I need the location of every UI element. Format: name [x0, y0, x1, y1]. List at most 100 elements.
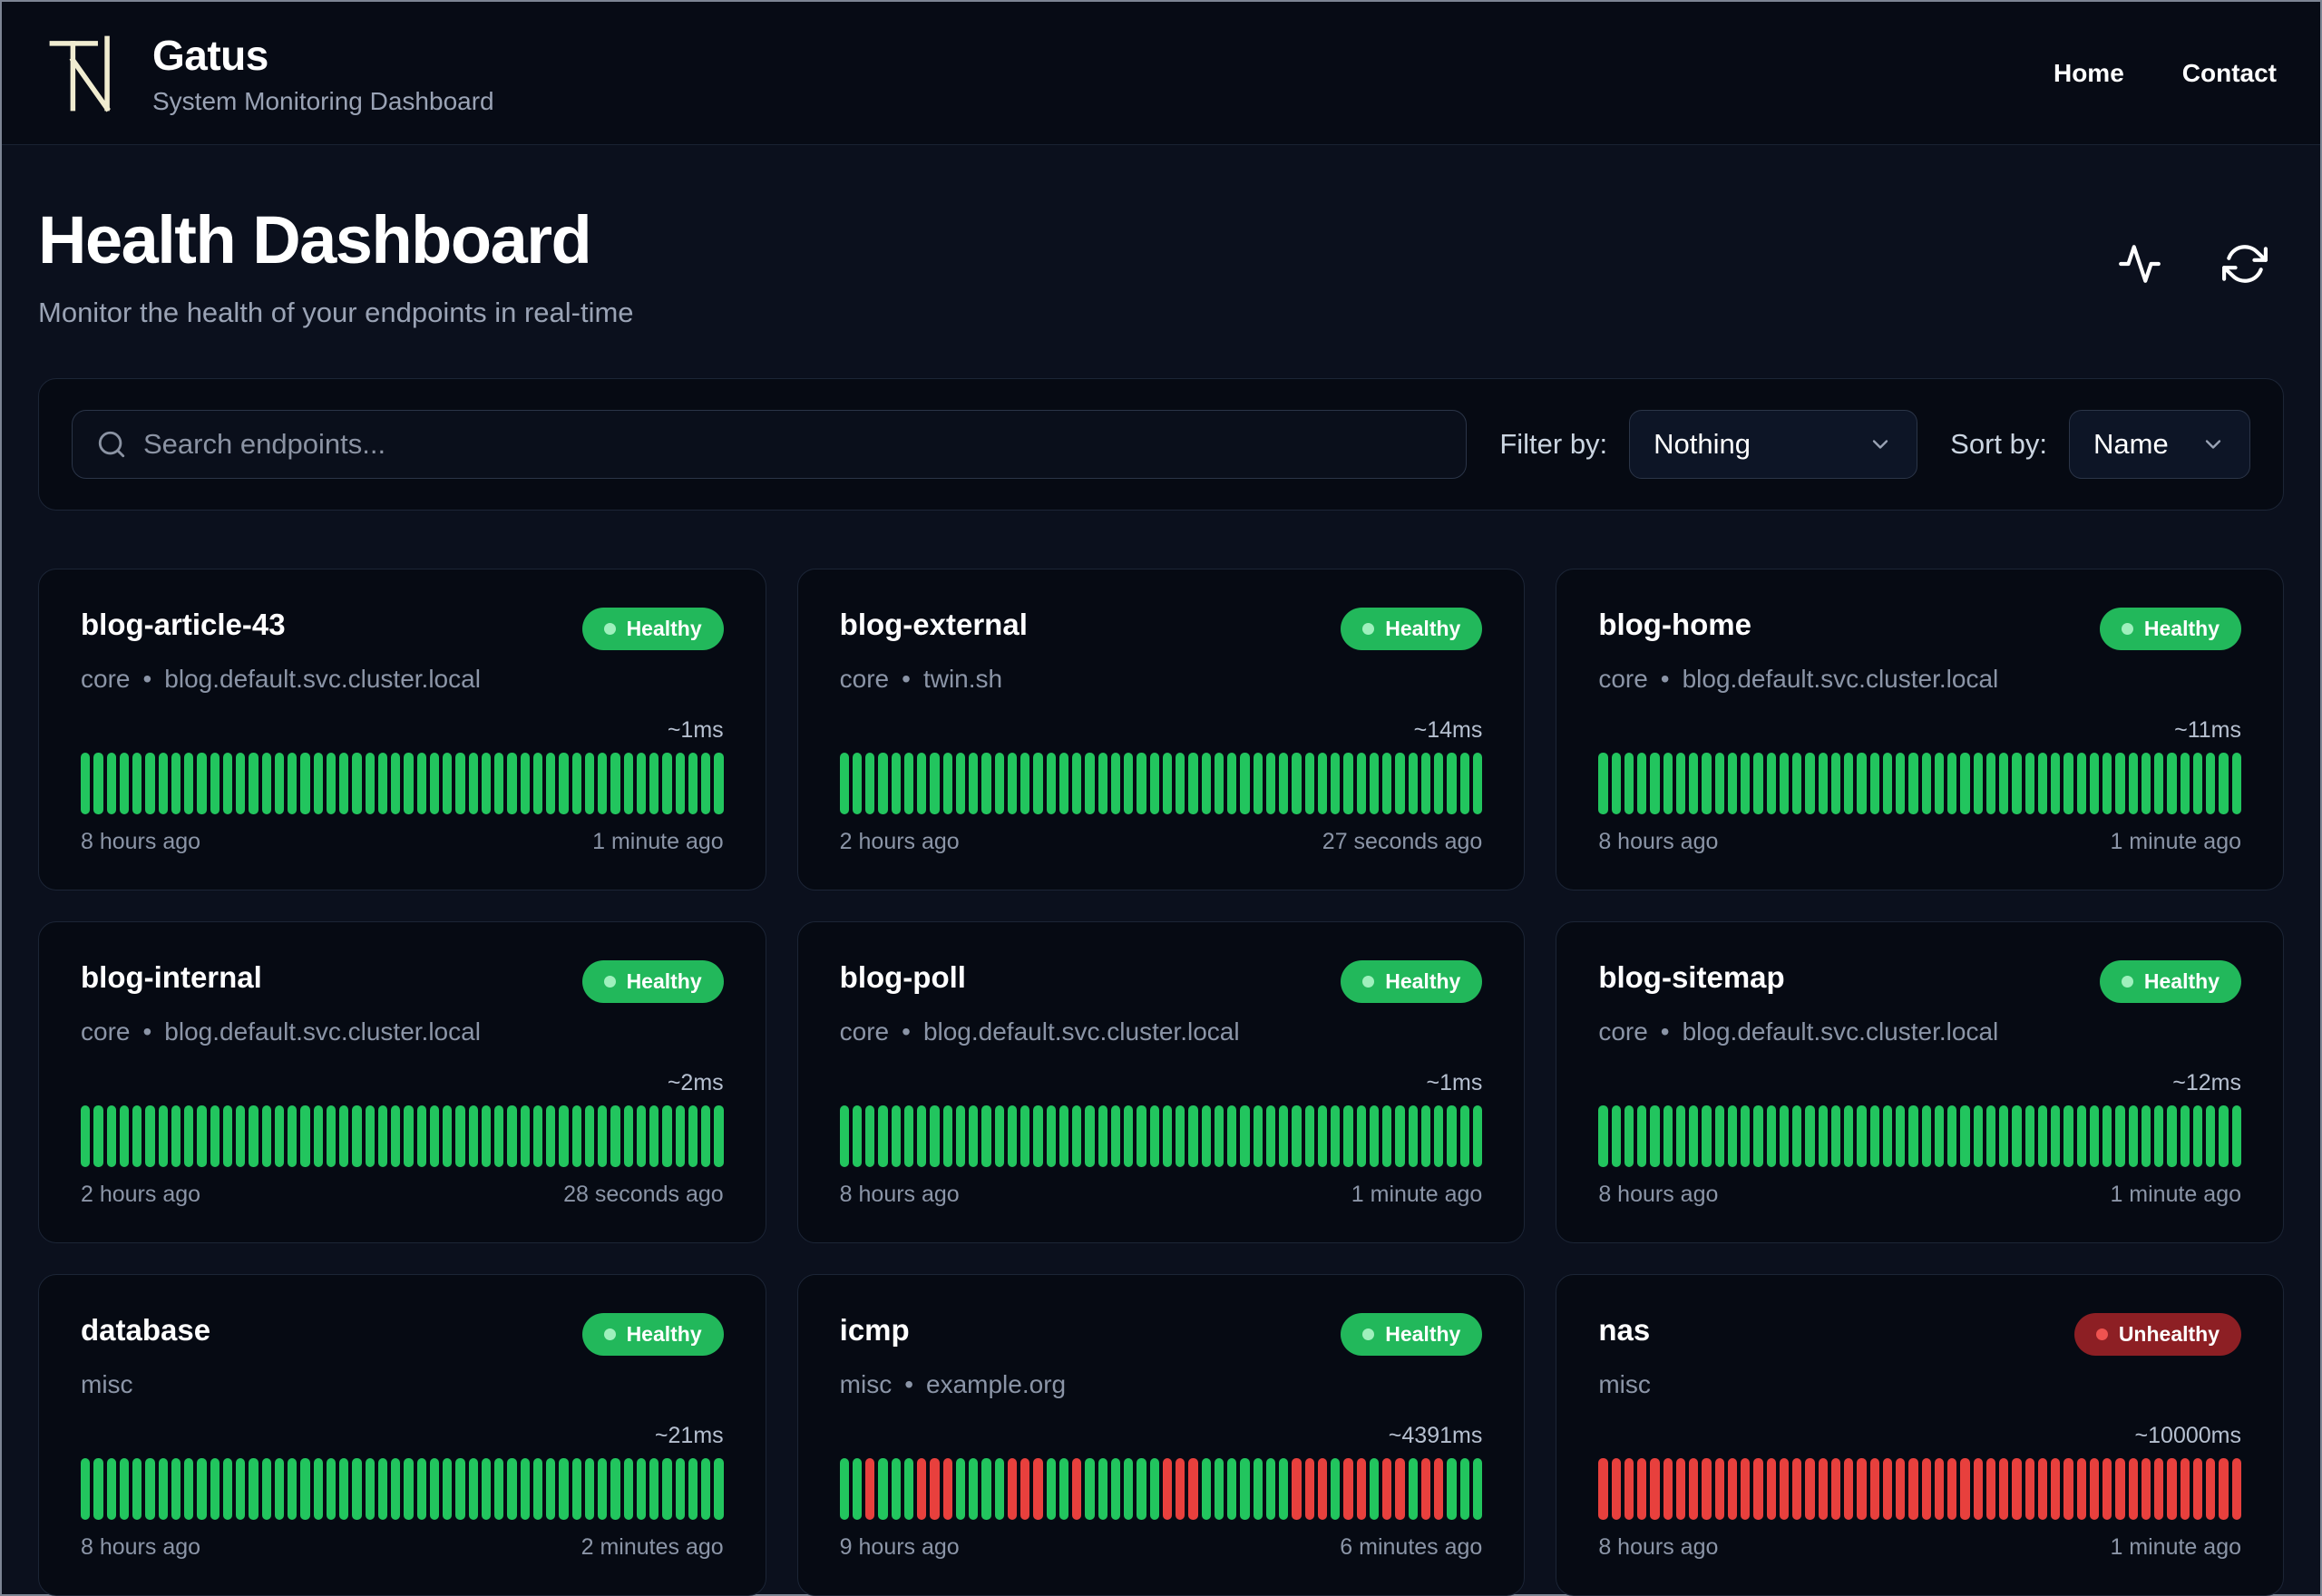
uptime-bar-up — [1265, 1105, 1276, 1167]
uptime-bar-down — [2128, 1458, 2138, 1520]
status-label: Unhealthy — [2118, 1322, 2220, 1346]
uptime-bar-up — [391, 1458, 401, 1520]
endpoint-card[interactable]: database Healthy misc ~21ms 8 hours ago … — [38, 1274, 766, 1596]
uptime-bar-up — [1921, 753, 1931, 814]
uptime-bar-up — [416, 1105, 426, 1167]
uptime-bar-up — [981, 1458, 991, 1520]
endpoint-card[interactable]: blog-poll Healthy core • blog.default.sv… — [796, 921, 1526, 1243]
endpoint-card[interactable]: icmp Healthy misc • example.org ~4391ms … — [796, 1274, 1526, 1596]
uptime-bar-up — [1072, 753, 1082, 814]
uptime-bar-up — [132, 1105, 142, 1167]
uptime-bar-up — [1869, 753, 1879, 814]
uptime-bar-up — [145, 1458, 155, 1520]
uptime-bar-up — [1382, 1105, 1392, 1167]
uptime-bar-up — [326, 1105, 336, 1167]
nav-link-home[interactable]: Home — [2054, 59, 2124, 88]
uptime-bar-down — [2192, 1458, 2203, 1520]
uptime-bar-up — [1999, 1105, 2009, 1167]
uptime-bar-up — [1292, 1105, 1302, 1167]
endpoint-card[interactable]: nas Unhealthy misc ~10000ms 8 hours ago … — [1556, 1274, 2284, 1596]
uptime-bar-down — [1420, 1458, 1431, 1520]
uptime-bar-up — [1844, 1105, 1854, 1167]
endpoint-card[interactable]: blog-sitemap Healthy core • blog.default… — [1556, 921, 2284, 1243]
filter-select[interactable]: Nothing — [1629, 410, 1918, 479]
card-foot: 8 hours ago 1 minute ago — [81, 829, 724, 855]
uptime-bar-up — [955, 1458, 966, 1520]
uptime-bar-up — [1973, 1105, 1983, 1167]
uptime-bar-up — [662, 753, 672, 814]
meta-separator: • — [142, 665, 152, 693]
endpoint-card[interactable]: blog-external Healthy core • twin.sh ~14… — [796, 569, 1526, 890]
uptime-bar-down — [2115, 1458, 2125, 1520]
card-top: blog-sitemap Healthy — [1598, 960, 2241, 1003]
search-icon — [98, 431, 125, 458]
endpoint-grid: blog-article-43 Healthy core • blog.defa… — [38, 569, 2284, 1596]
uptime-bar-up — [955, 753, 966, 814]
uptime-bar-down — [2012, 1458, 2022, 1520]
uptime-bar-up — [1356, 1105, 1366, 1167]
refresh-icon[interactable] — [2222, 241, 2268, 287]
endpoint-card[interactable]: blog-internal Healthy core • blog.defaul… — [38, 921, 766, 1243]
uptime-bar-up — [1598, 753, 1608, 814]
uptime-bar-up — [1292, 753, 1302, 814]
time-start: 9 hours ago — [839, 1534, 960, 1560]
uptime-bar-up — [688, 1458, 698, 1520]
nav-link-contact[interactable]: Contact — [2182, 59, 2277, 88]
endpoint-group: misc — [81, 1370, 133, 1398]
uptime-bar-up — [1253, 1458, 1263, 1520]
uptime-bar-up — [1921, 1105, 1931, 1167]
sort-select[interactable]: Name — [2069, 410, 2250, 479]
uptime-bar-down — [1663, 1458, 1673, 1520]
uptime-bar-up — [1240, 1105, 1250, 1167]
page-head: Health Dashboard Monitor the health of y… — [38, 201, 2284, 329]
brand: Gatus System Monitoring Dashboard — [45, 31, 494, 116]
latency-label: ~4391ms — [1388, 1423, 1483, 1448]
uptime-bar-up — [2051, 753, 2061, 814]
chevron-down-icon — [1873, 440, 1888, 449]
endpoint-group: core — [81, 665, 131, 693]
endpoint-group: core — [1598, 1017, 1648, 1046]
endpoint-card[interactable]: blog-article-43 Healthy core • blog.defa… — [38, 569, 766, 890]
uptime-bar-up — [261, 753, 271, 814]
uptime-bar-up — [1110, 753, 1121, 814]
uptime-bar-up — [1830, 753, 1841, 814]
uptime-bars — [839, 753, 1483, 814]
time-end: 28 seconds ago — [563, 1182, 724, 1207]
uptime-bar-up — [701, 753, 711, 814]
uptime-bar-up — [481, 1105, 491, 1167]
uptime-bar-up — [917, 1105, 927, 1167]
uptime-bar-up — [468, 753, 478, 814]
status-dot-icon — [2095, 1328, 2108, 1340]
status-dot-icon — [1362, 623, 1375, 635]
uptime-bar-up — [377, 1105, 387, 1167]
uptime-bar-down — [1985, 1458, 1996, 1520]
uptime-bar-down — [1908, 1458, 1918, 1520]
endpoint-card[interactable]: blog-home Healthy core • blog.default.sv… — [1556, 569, 2284, 890]
uptime-bar-up — [1637, 753, 1647, 814]
uptime-bar-up — [1675, 753, 1686, 814]
uptime-bar-down — [1434, 1458, 1444, 1520]
uptime-bar-up — [1059, 753, 1069, 814]
uptime-bar-up — [481, 753, 491, 814]
uptime-bar-up — [1395, 753, 1405, 814]
uptime-bar-up — [1007, 753, 1018, 814]
uptime-bar-up — [623, 753, 633, 814]
uptime-bar-up — [1137, 753, 1146, 814]
activity-icon[interactable] — [2117, 241, 2162, 287]
uptime-bar-up — [1201, 753, 1211, 814]
uptime-bar-up — [1805, 753, 1815, 814]
uptime-bar-up — [2089, 753, 2100, 814]
uptime-bar-down — [1033, 1458, 1043, 1520]
uptime-bar-up — [1637, 1105, 1647, 1167]
uptime-bar-up — [2231, 1105, 2241, 1167]
uptime-bar-up — [300, 753, 310, 814]
uptime-bar-down — [1960, 1458, 1970, 1520]
uptime-bar-up — [878, 753, 888, 814]
uptime-bar-up — [404, 753, 414, 814]
uptime-bar-up — [701, 1458, 711, 1520]
uptime-bar-up — [2037, 753, 2048, 814]
search-input[interactable] — [143, 428, 1443, 461]
uptime-bar-up — [1818, 1105, 1828, 1167]
uptime-bar-up — [443, 1105, 453, 1167]
uptime-bar-up — [559, 1105, 569, 1167]
